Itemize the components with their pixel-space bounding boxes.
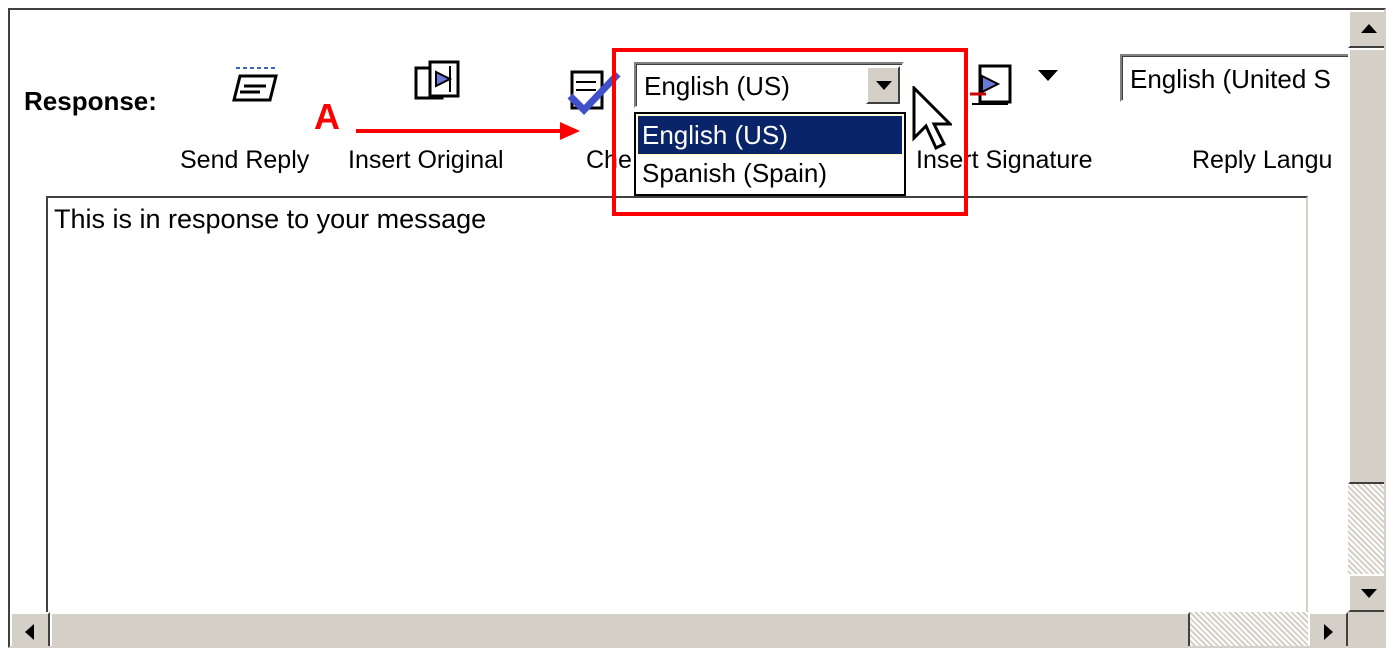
insert-signature-icon — [970, 64, 1012, 105]
dropdown-arrow-icon[interactable] — [1038, 70, 1058, 82]
horizontal-scroll-thumb[interactable] — [50, 612, 1190, 646]
scroll-up-arrow-icon — [1361, 24, 1377, 33]
callout-label: A — [314, 96, 340, 137]
response-panel: Response: Send Reply Insert Original Che — [8, 8, 1386, 648]
scroll-right-button[interactable] — [1308, 612, 1348, 646]
vertical-scrollbar[interactable] — [1348, 10, 1384, 612]
response-textarea[interactable]: This is in response to your message — [46, 196, 1308, 636]
send-reply-icon — [232, 67, 278, 102]
reply-language-label: Reply Langu — [1192, 146, 1333, 174]
reply-language-value: English (United S — [1130, 64, 1331, 94]
callout-arrow-icon — [356, 122, 580, 140]
scroll-right-arrow-icon — [1324, 624, 1333, 640]
send-reply-label: Send Reply — [180, 146, 310, 174]
send-reply-button[interactable]: Send Reply — [180, 56, 330, 196]
horizontal-scrollbar[interactable] — [10, 612, 1348, 646]
scroll-down-arrow-icon — [1361, 589, 1377, 598]
scrollbar-corner — [1348, 612, 1384, 646]
scroll-down-button[interactable] — [1348, 574, 1384, 612]
scroll-left-button[interactable] — [10, 612, 50, 646]
scroll-up-button[interactable] — [1348, 10, 1384, 48]
vertical-scroll-thumb[interactable] — [1348, 48, 1384, 484]
scroll-left-arrow-icon — [25, 624, 34, 640]
insert-original-icon — [414, 60, 460, 100]
reply-language-field[interactable]: English (United S — [1120, 54, 1350, 102]
response-text: This is in response to your message — [54, 204, 487, 234]
insert-original-label: Insert Original — [348, 146, 504, 174]
mouse-cursor-icon — [912, 86, 952, 151]
response-label: Response: — [24, 86, 157, 116]
